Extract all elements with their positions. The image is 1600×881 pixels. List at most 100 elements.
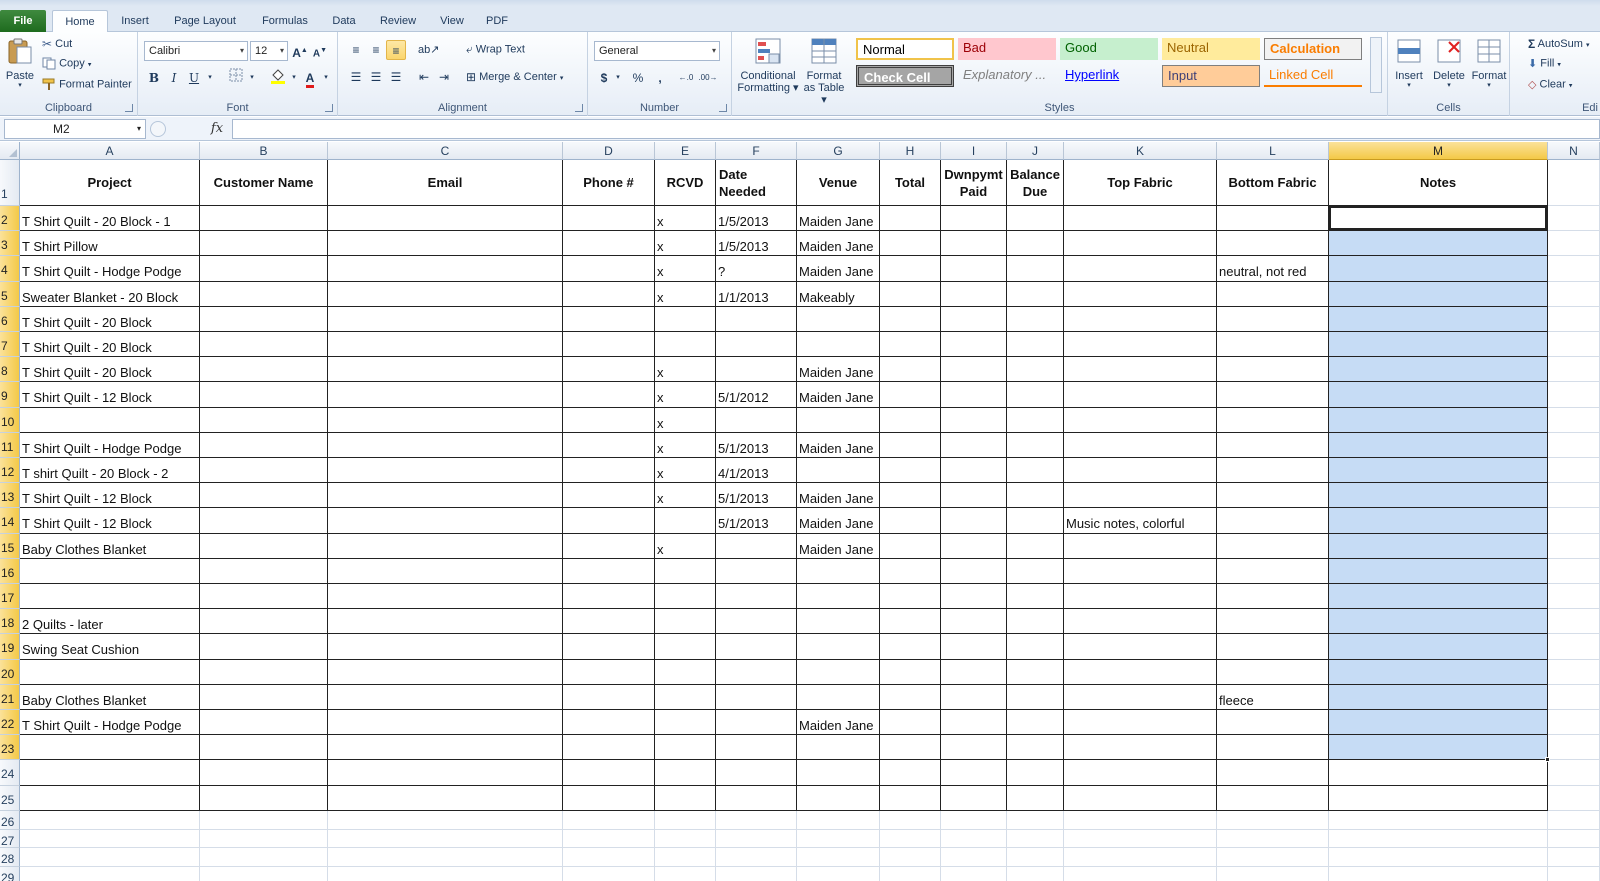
formula-bar-resize-handle[interactable] (150, 121, 166, 137)
increase-decimal-icon[interactable]: ←.0 (676, 68, 696, 88)
cell-e5[interactable]: x (655, 282, 664, 307)
cell-e10[interactable]: x (655, 408, 664, 433)
grow-font-icon[interactable]: A▲ (290, 41, 310, 61)
column-header-d[interactable]: D (563, 142, 655, 160)
row-header-7[interactable]: 7 (0, 332, 20, 358)
row-header-2[interactable]: 2 (0, 206, 20, 232)
autosum-button[interactable]: Σ AutoSum ▾ (1528, 37, 1589, 51)
style-check-cell[interactable]: Check Cell (856, 65, 954, 87)
header-email[interactable]: Email (328, 160, 562, 205)
style-bad[interactable]: Bad (958, 38, 1056, 60)
cell-e2[interactable]: x (655, 206, 664, 231)
row-header-6[interactable]: 6 (0, 306, 20, 332)
cell-f3[interactable]: 1/5/2013 (716, 231, 769, 256)
conditional-formatting-button[interactable]: Conditional Formatting ▾ (736, 36, 800, 94)
align-middle-icon[interactable]: ≡ (366, 40, 386, 60)
cell-f2[interactable]: 1/5/2013 (716, 206, 769, 231)
cell-e11[interactable]: x (655, 433, 664, 458)
tab-formulas[interactable]: Formulas (252, 10, 318, 32)
insert-cells-button[interactable]: Insert ▾ (1390, 36, 1428, 89)
tab-page-layout[interactable]: Page Layout (162, 10, 248, 32)
cell-a14[interactable]: T Shirt Quilt - 12 Block (20, 508, 152, 533)
cell-a2[interactable]: T Shirt Quilt - 20 Block - 1 (20, 206, 171, 231)
cell-g5[interactable]: Makeably (797, 282, 855, 307)
column-header-e[interactable]: E (655, 142, 716, 160)
cell-a15[interactable]: Baby Clothes Blanket (20, 534, 146, 559)
cell-a12[interactable]: T shirt Quilt - 20 Block - 2 (20, 458, 168, 483)
cell-a9[interactable]: T Shirt Quilt - 12 Block (20, 382, 152, 407)
font-dialog-launcher[interactable] (325, 104, 333, 112)
gallery-scrollbar[interactable] (1370, 37, 1382, 93)
style-calculation[interactable]: Calculation (1264, 38, 1362, 60)
cell-g15[interactable]: Maiden Jane (797, 534, 873, 559)
cell-e4[interactable]: x (655, 256, 664, 281)
row-header-23[interactable]: 23 (0, 735, 20, 761)
align-bottom-icon[interactable]: ≡ (386, 40, 406, 60)
cell-g13[interactable]: Maiden Jane (797, 483, 873, 508)
row-header-13[interactable]: 13 (0, 483, 20, 509)
cell-f14[interactable]: 5/1/2013 (716, 508, 769, 533)
cell-a11[interactable]: T Shirt Quilt - Hodge Podge (20, 433, 181, 458)
row-header-11[interactable]: 11 (0, 432, 20, 458)
cell-a6[interactable]: T Shirt Quilt - 20 Block (20, 307, 152, 332)
style-linked-cell[interactable]: Linked Cell (1264, 65, 1362, 87)
column-header-j[interactable]: J (1007, 142, 1064, 160)
italic-icon[interactable]: I (164, 68, 184, 88)
cell-g9[interactable]: Maiden Jane (797, 382, 873, 407)
number-format-combo[interactable]: General ▾ (594, 41, 720, 61)
cell-a13[interactable]: T Shirt Quilt - 12 Block (20, 483, 152, 508)
cell-f9[interactable]: 5/1/2012 (716, 382, 769, 407)
tab-view[interactable]: View (430, 10, 474, 32)
cell-a21[interactable]: Baby Clothes Blanket (20, 685, 146, 710)
cell-a7[interactable]: T Shirt Quilt - 20 Block (20, 332, 152, 357)
column-header-h[interactable]: H (880, 142, 941, 160)
row-header-5[interactable]: 5 (0, 281, 20, 307)
wrap-text-button[interactable]: ⤶ Wrap Text (466, 42, 525, 57)
column-header-f[interactable]: F (716, 142, 797, 160)
cell-f12[interactable]: 4/1/2013 (716, 458, 769, 483)
cell-g2[interactable]: Maiden Jane (797, 206, 873, 231)
chevron-down-icon[interactable]: ▾ (200, 68, 220, 88)
row-header-29[interactable]: 29 (0, 867, 20, 881)
header-notes[interactable]: Notes (1329, 160, 1547, 205)
header-date-needed[interactable]: Date Needed (716, 160, 793, 205)
align-top-icon[interactable]: ≡ (346, 40, 366, 60)
column-header-i[interactable]: I (941, 142, 1007, 160)
font-size-combo[interactable]: 12 ▾ (250, 41, 288, 61)
row-header-8[interactable]: 8 (0, 357, 20, 383)
paste-button[interactable]: Paste ▾ (2, 36, 38, 89)
comma-icon[interactable]: , (650, 68, 670, 88)
name-box[interactable]: M2 ▾ (4, 119, 146, 139)
tab-home[interactable]: Home (52, 10, 108, 33)
style-normal[interactable]: Normal (856, 38, 954, 60)
cell-l4[interactable]: neutral, not red (1217, 256, 1306, 281)
header-dwnpymt-paid[interactable]: Dwnpymt Paid (941, 160, 1006, 205)
row-header-27[interactable]: 27 (0, 829, 20, 849)
row-header-10[interactable]: 10 (0, 407, 20, 433)
align-left-icon[interactable]: ☰ (346, 67, 366, 87)
align-center-icon[interactable]: ☰ (366, 67, 386, 87)
cell-e12[interactable]: x (655, 458, 664, 483)
row-header-25[interactable]: 25 (0, 785, 20, 811)
style-input[interactable]: Input (1162, 65, 1260, 87)
row-header-4[interactable]: 4 (0, 256, 20, 282)
row-header-20[interactable]: 20 (0, 659, 20, 685)
cell-e9[interactable]: x (655, 382, 664, 407)
orientation-icon[interactable]: ab↗ (418, 40, 439, 60)
column-header-k[interactable]: K (1064, 142, 1217, 160)
header-customer-name[interactable]: Customer Name (200, 160, 327, 205)
style-good[interactable]: Good (1060, 38, 1158, 60)
cell-g3[interactable]: Maiden Jane (797, 231, 873, 256)
row-header-15[interactable]: 15 (0, 533, 20, 559)
alignment-dialog-launcher[interactable] (575, 104, 583, 112)
worksheet-grid[interactable]: A B C D E F G H I J K L M N 1 2 3 4 5 6 7 8 9 10 11 12 13 14 15 16 17 1… (0, 142, 1600, 881)
cell-g14[interactable]: Maiden Jane (797, 508, 873, 533)
fill-button[interactable]: ⬇ Fill ▾ (1528, 57, 1561, 70)
cell-e8[interactable]: x (655, 357, 664, 382)
style-explanatory[interactable]: Explanatory ... (958, 65, 1056, 87)
cell-a4[interactable]: T Shirt Quilt - Hodge Podge (20, 256, 181, 281)
number-dialog-launcher[interactable] (719, 104, 727, 112)
cell-e3[interactable]: x (655, 231, 664, 256)
bold-icon[interactable]: B (144, 68, 164, 88)
chevron-down-icon[interactable]: ▾ (316, 68, 336, 88)
